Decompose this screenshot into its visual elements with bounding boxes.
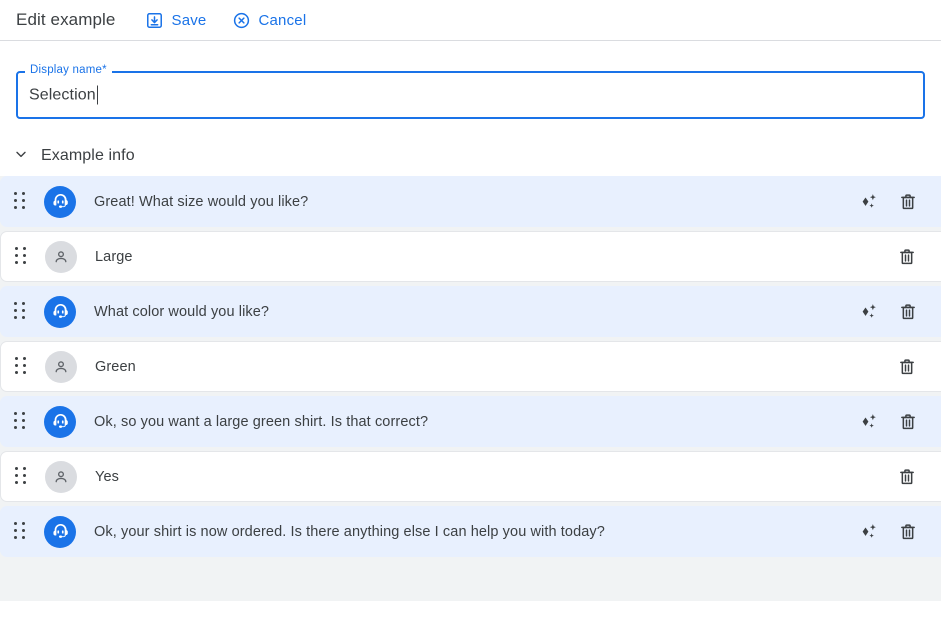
conversation-rows: Great! What size would you like? Large Wha… [0,176,941,601]
sparkle-icon [858,301,879,322]
conversation-row-text[interactable]: Ok, your shirt is now ordered. Is there … [94,524,858,540]
drag-handle-icon[interactable] [14,190,30,214]
display-name-input[interactable]: Selection [29,86,96,104]
delete-icon [897,467,917,487]
sparkle-icon [858,521,879,542]
suggest-button[interactable] [858,522,878,542]
page-title: Edit example [16,10,116,29]
display-name-field-outline [16,71,925,119]
row-actions [858,522,918,542]
save-button[interactable]: Save [145,11,206,30]
suggest-button[interactable] [858,192,878,212]
delete-icon [897,247,917,267]
display-name-label: Display name* [25,63,112,77]
delete-icon [898,522,918,542]
row-actions [858,302,918,322]
example-info-section-title: Example info [41,147,135,164]
drag-handle-icon[interactable] [15,245,31,269]
conversation-row-agent[interactable]: What color would you like? [0,286,941,337]
cancel-circle-icon [232,11,251,30]
cancel-button[interactable]: Cancel [232,11,306,30]
delete-row-button[interactable] [897,467,917,487]
delete-icon [898,192,918,212]
support-agent-icon [44,185,76,218]
delete-icon [897,357,917,377]
delete-icon [898,302,918,322]
drag-handle-icon[interactable] [15,355,31,379]
row-actions [858,192,918,212]
row-actions [897,247,917,267]
sparkle-icon [858,411,879,432]
delete-icon [898,412,918,432]
delete-row-button[interactable] [898,522,918,542]
conversation-row-text[interactable]: Ok, so you want a large green shirt. Is … [94,414,858,430]
person-icon [45,460,77,493]
support-agent-icon [44,295,76,328]
chevron-down-icon [13,146,29,167]
row-actions [858,412,918,432]
delete-row-button[interactable] [898,302,918,322]
suggest-button[interactable] [858,302,878,322]
drag-handle-icon[interactable] [14,410,30,434]
delete-row-button[interactable] [898,192,918,212]
text-cursor [96,85,98,105]
form-area: Display name* Selection [0,63,941,119]
display-name-input-wrapper[interactable]: Selection [29,85,98,105]
delete-row-button[interactable] [897,357,917,377]
page-header: Edit example Save Cancel [0,0,941,41]
display-name-field[interactable]: Display name* Selection [16,63,925,119]
support-agent-icon [44,405,76,438]
conversation-row-text[interactable]: Green [95,359,897,375]
suggest-button[interactable] [858,412,878,432]
conversation-row-text[interactable]: Large [95,249,897,265]
save-icon [145,11,164,30]
cancel-button-label: Cancel [258,11,307,29]
delete-row-button[interactable] [898,412,918,432]
row-actions [897,467,917,487]
person-icon [45,240,77,273]
conversation-row-user[interactable]: Large [0,231,941,282]
conversation-row-agent[interactable]: Ok, so you want a large green shirt. Is … [0,396,941,447]
conversation-row-user[interactable]: Yes [0,451,941,502]
conversation-row-agent[interactable]: Ok, your shirt is now ordered. Is there … [0,506,941,557]
drag-handle-icon[interactable] [14,520,30,544]
row-actions [897,357,917,377]
save-button-label: Save [171,11,207,29]
drag-handle-icon[interactable] [15,465,31,489]
sparkle-icon [858,191,879,212]
support-agent-icon [44,515,76,548]
delete-row-button[interactable] [897,247,917,267]
drag-handle-icon[interactable] [14,300,30,324]
conversation-row-text[interactable]: Great! What size would you like? [94,194,858,210]
conversation-row-text[interactable]: Yes [95,469,897,485]
conversation-row-user[interactable]: Green [0,341,941,392]
conversation-row-text[interactable]: What color would you like? [94,304,858,320]
person-icon [45,350,77,383]
conversation-row-agent[interactable]: Great! What size would you like? [0,176,941,227]
example-info-section-toggle[interactable]: Example info [0,136,941,176]
